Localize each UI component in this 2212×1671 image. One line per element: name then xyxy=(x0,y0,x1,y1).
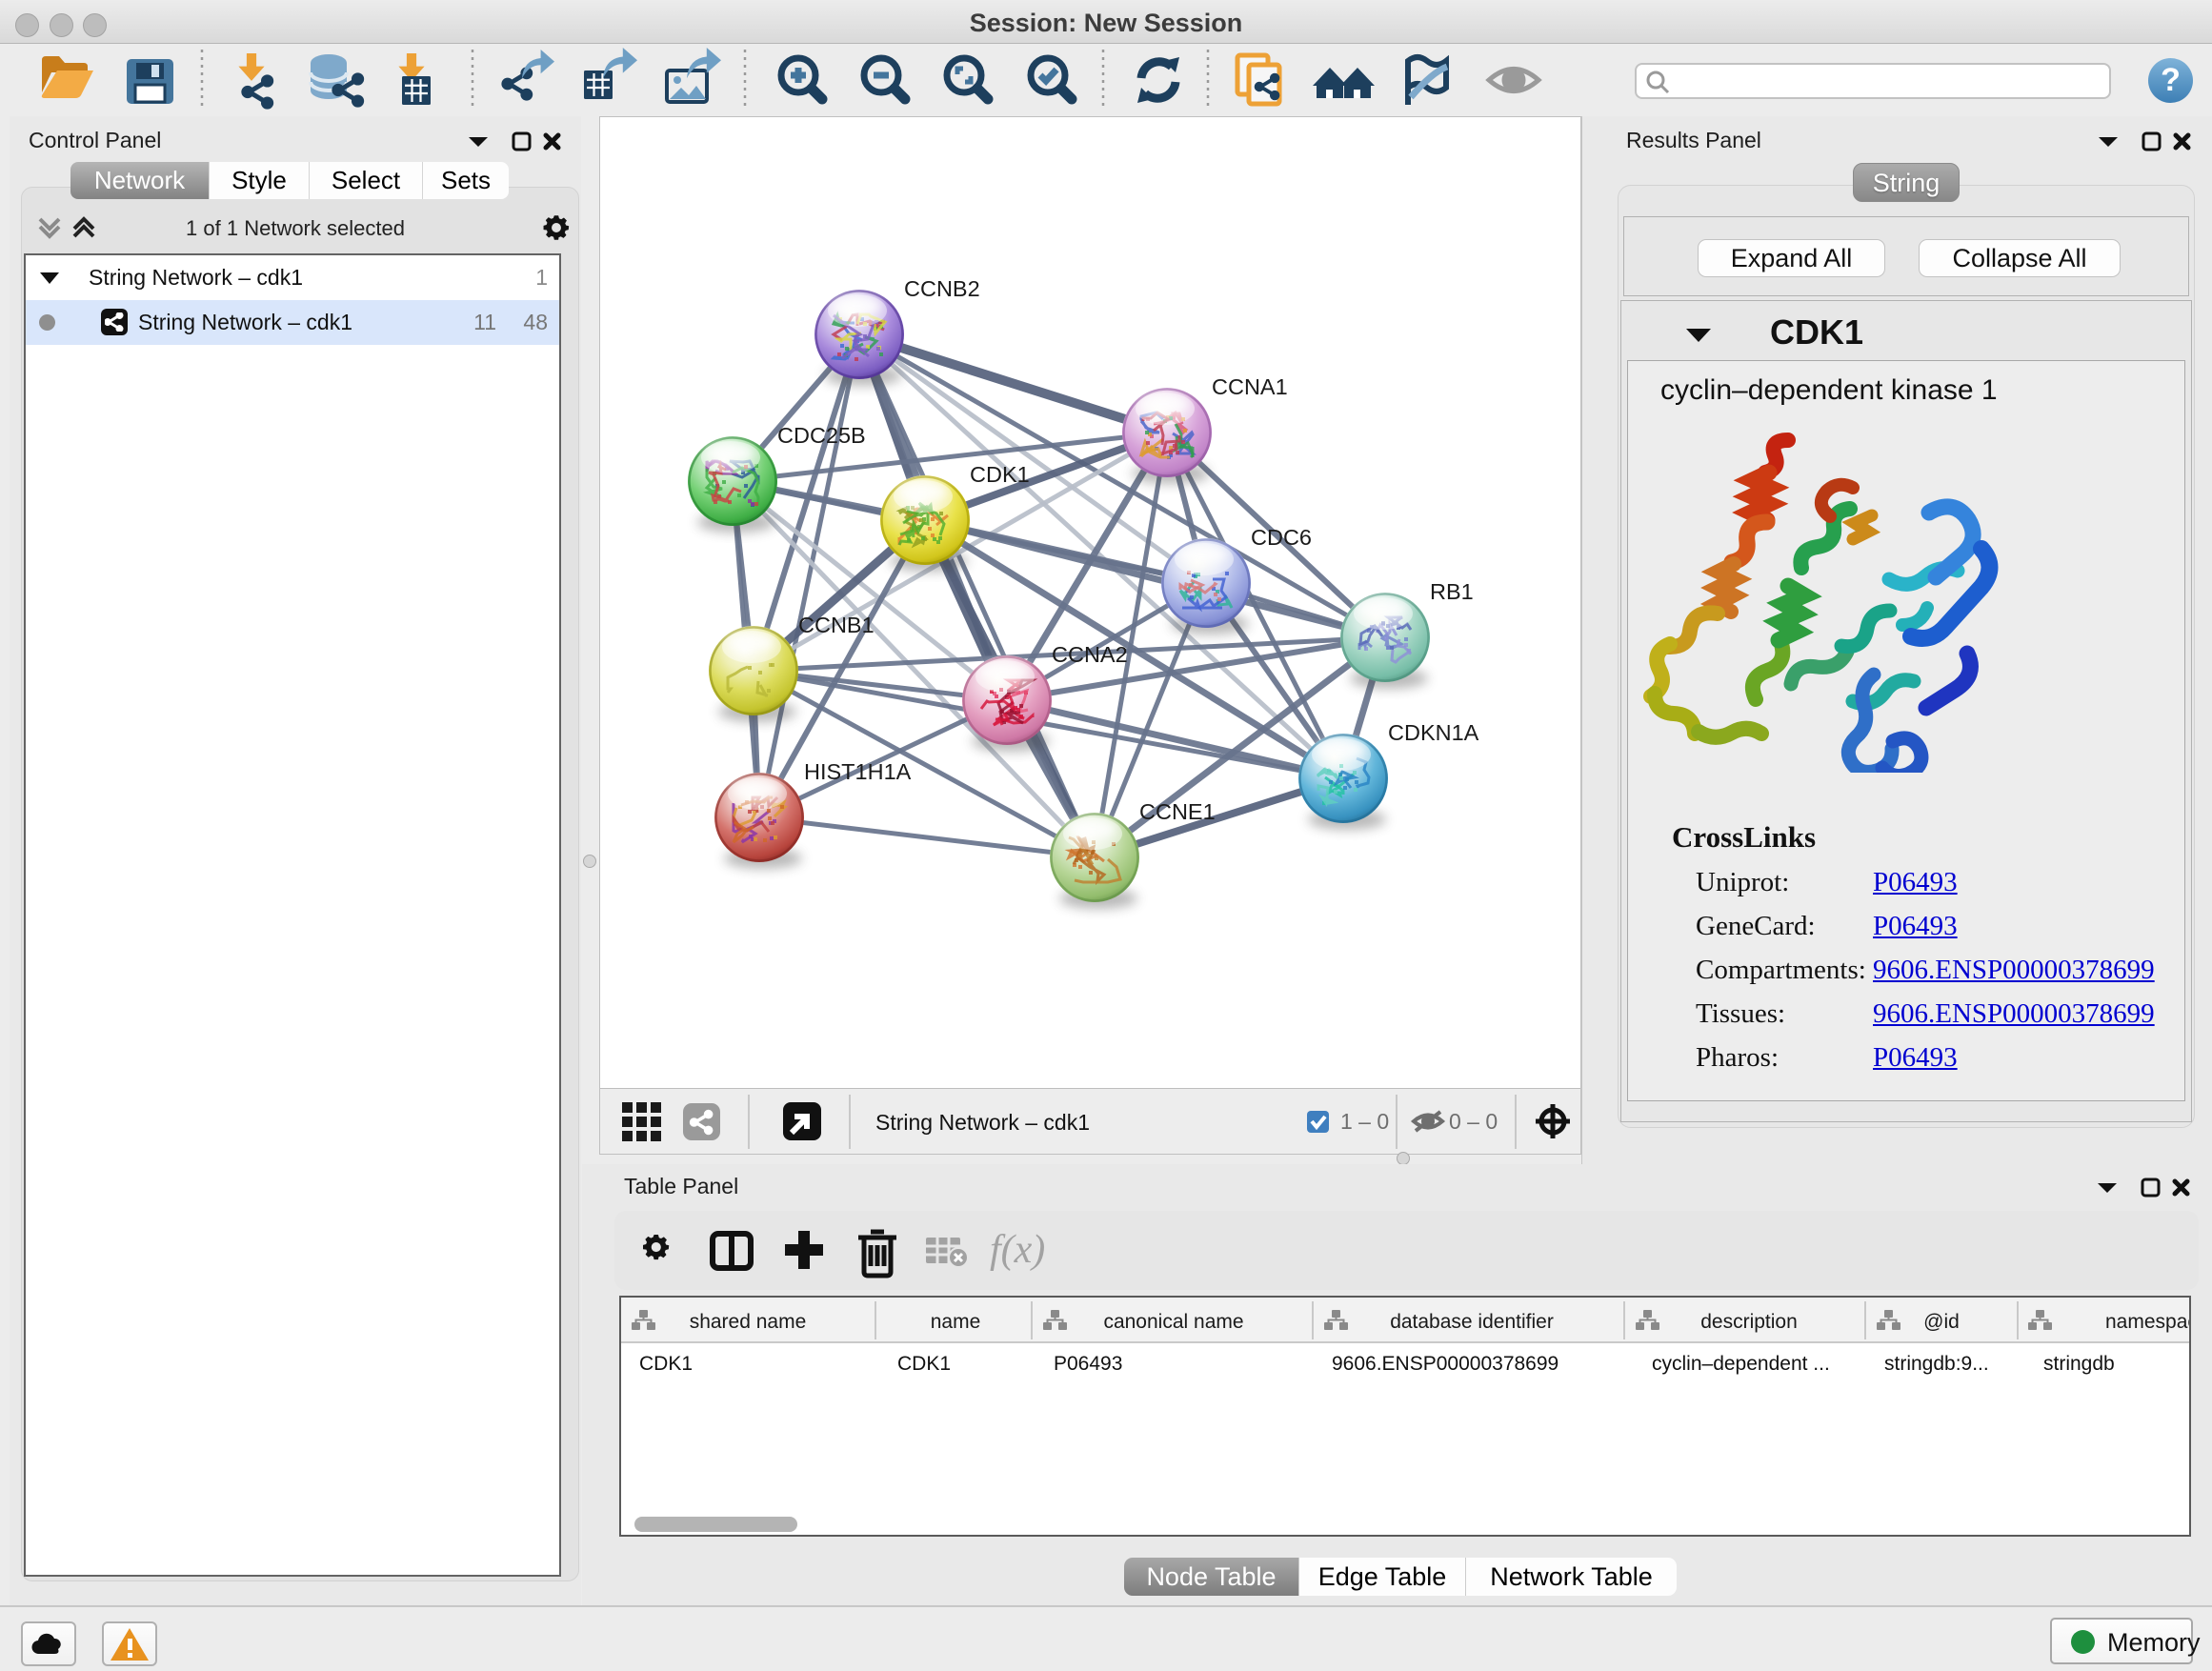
svg-text:0 – 0: 0 – 0 xyxy=(1449,1109,1498,1134)
svg-text:CDC6: CDC6 xyxy=(1251,525,1312,550)
svg-text:f(x): f(x) xyxy=(990,1228,1045,1272)
svg-text:canonical name: canonical name xyxy=(1103,1311,1243,1333)
svg-text:name: name xyxy=(931,1311,981,1333)
svg-text:String Network – cdk1: String Network – cdk1 xyxy=(875,1110,1090,1135)
svg-text:CDC25B: CDC25B xyxy=(777,423,866,448)
svg-text:description: description xyxy=(1700,1311,1798,1333)
svg-text:1 – 0: 1 – 0 xyxy=(1340,1109,1389,1134)
svg-text:CCNE1: CCNE1 xyxy=(1139,799,1216,824)
svg-text:CCNB1: CCNB1 xyxy=(798,613,875,637)
svg-text:namespace: namespace xyxy=(2105,1311,2189,1333)
svg-text:CCNB2: CCNB2 xyxy=(904,276,980,301)
svg-text:CDK1: CDK1 xyxy=(970,462,1030,487)
svg-text:shared name: shared name xyxy=(690,1311,807,1333)
svg-text:CDKN1A: CDKN1A xyxy=(1388,720,1479,745)
svg-text:@id: @id xyxy=(1923,1311,1960,1333)
svg-text:RB1: RB1 xyxy=(1430,579,1474,604)
svg-text:HIST1H1A: HIST1H1A xyxy=(804,759,912,784)
svg-text:CCNA1: CCNA1 xyxy=(1212,374,1288,399)
svg-text:CCNA2: CCNA2 xyxy=(1052,642,1128,667)
svg-text:database identifier: database identifier xyxy=(1390,1311,1554,1333)
